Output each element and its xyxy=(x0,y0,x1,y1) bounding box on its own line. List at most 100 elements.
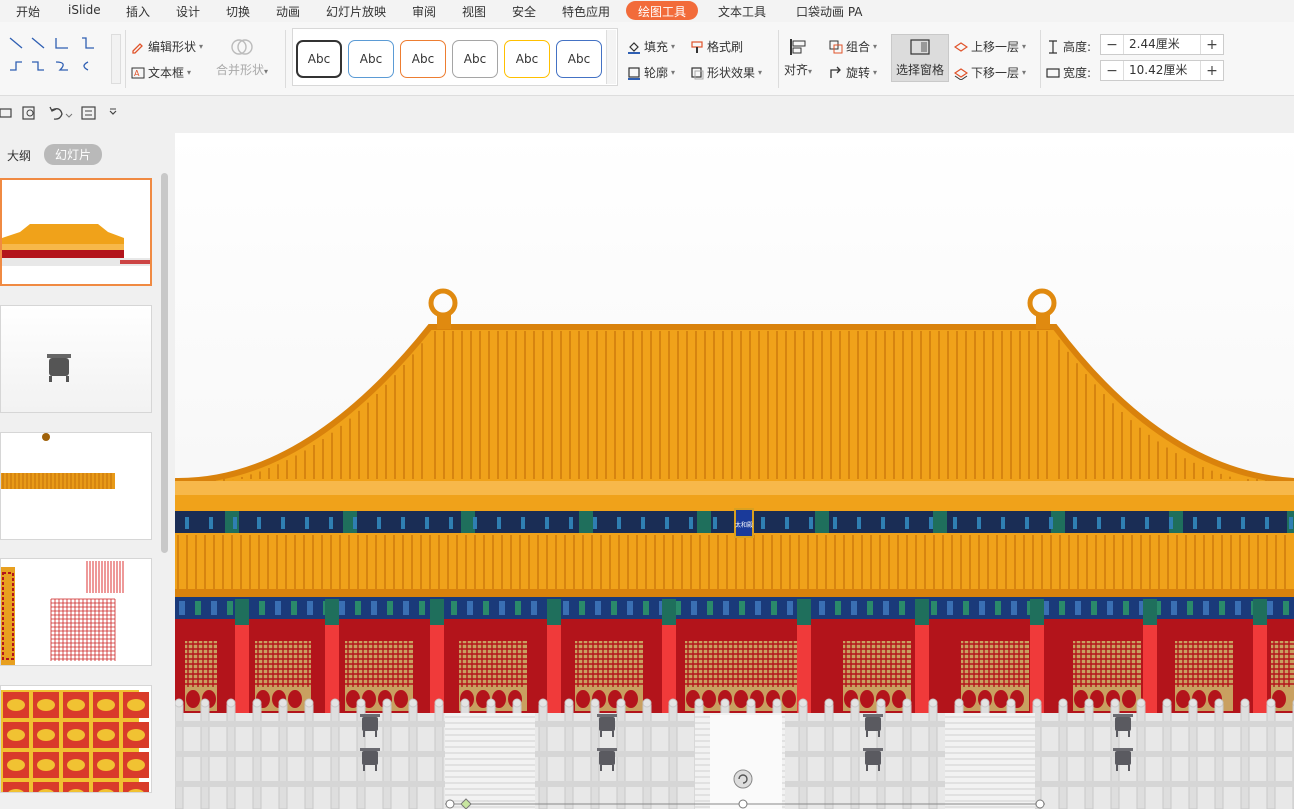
slide-thumbnail-1[interactable] xyxy=(0,178,152,286)
hall-name-plaque: 太和殿 xyxy=(734,508,754,538)
dropdown-arrow-icon: ▾ xyxy=(671,42,676,51)
dropdown-arrow-icon: ▾ xyxy=(671,68,676,77)
fill-label: 填充 xyxy=(644,40,669,54)
bring-forward-icon xyxy=(953,40,969,54)
shape-gallery-scroll[interactable] xyxy=(111,34,121,84)
menu-animation[interactable]: 动画 xyxy=(276,3,300,20)
height-label: 高度: xyxy=(1063,40,1092,54)
menu-home[interactable]: 开始 xyxy=(16,3,40,20)
print-preview-icon[interactable] xyxy=(22,106,35,120)
align-button[interactable]: 对齐▾ xyxy=(784,36,812,78)
edit-shape-icon xyxy=(131,40,145,54)
group-button[interactable]: 组合 ▾ xyxy=(829,38,877,55)
dropdown-arrow-icon: ▾ xyxy=(1022,42,1027,51)
svg-text:A: A xyxy=(134,69,140,78)
lattice-pattern-thumbnail xyxy=(1,561,125,665)
view-tabs: 大纲 幻灯片 xyxy=(0,143,175,167)
customize-toolbar-icon[interactable] xyxy=(109,108,117,115)
menu-view[interactable]: 视图 xyxy=(462,3,486,20)
format-brush-label: 格式刷 xyxy=(707,40,744,54)
width-decrease-button[interactable]: − xyxy=(1101,63,1123,79)
slide-editing-canvas[interactable]: 太和殿 xyxy=(175,133,1294,809)
align-icon xyxy=(787,36,809,61)
width-input[interactable]: 10.42厘米 xyxy=(1123,61,1201,80)
format-brush-button[interactable]: 格式刷 xyxy=(690,38,743,55)
shape-effects-icon xyxy=(690,66,704,80)
quick-access-bar xyxy=(0,100,175,128)
shape-style-4[interactable]: Abc xyxy=(452,40,498,78)
outline-icon xyxy=(627,66,641,80)
menu-design[interactable]: 设计 xyxy=(176,3,200,20)
height-increase-button[interactable]: + xyxy=(1201,37,1223,53)
text-box-button[interactable]: A 文本框 ▾ xyxy=(131,64,191,81)
height-label-group: 高度: xyxy=(1046,38,1091,55)
fill-button[interactable]: 填充 ▾ xyxy=(627,38,675,55)
align-label: 对齐 xyxy=(784,63,809,77)
shape-style-5[interactable]: Abc xyxy=(504,40,550,78)
window-pattern-thumbnail xyxy=(1,690,149,792)
group-label: 组合 xyxy=(846,40,871,54)
slide-thumbnail-2[interactable] xyxy=(0,305,152,413)
menu-review[interactable]: 审阅 xyxy=(412,3,436,20)
bronze-ding-thumbnail xyxy=(47,354,71,382)
menu-islide[interactable]: iSlide xyxy=(68,3,101,17)
send-backward-button[interactable]: 下移一层 ▾ xyxy=(953,64,1026,81)
slide-thumbnail-3[interactable] xyxy=(0,432,152,540)
shape-style-1[interactable]: Abc xyxy=(296,40,342,78)
merge-shapes-icon xyxy=(229,36,255,61)
slide-thumbnail-4[interactable] xyxy=(0,558,152,666)
palace-hall-illustration: 太和殿 xyxy=(175,133,1294,809)
send-backward-label: 下移一层 xyxy=(971,66,1020,80)
menu-transition[interactable]: 切换 xyxy=(226,3,250,20)
height-spinner[interactable]: − 2.44厘米 + xyxy=(1100,34,1224,55)
height-decrease-button[interactable]: − xyxy=(1101,37,1123,53)
selection-pane-label: 选择窗格 xyxy=(895,63,944,77)
menu-special[interactable]: 特色应用 xyxy=(562,3,610,20)
width-icon xyxy=(1046,66,1060,80)
shape-style-2[interactable]: Abc xyxy=(348,40,394,78)
rotate-icon xyxy=(829,66,843,80)
edit-shape-button[interactable]: 编辑形状 ▾ xyxy=(131,38,203,55)
outline-label: 轮廓 xyxy=(644,66,669,80)
text-box-label: 文本框 xyxy=(148,66,185,80)
roof-strip-thumbnail xyxy=(1,433,115,489)
fill-bucket-icon xyxy=(627,40,641,54)
shape-style-6[interactable]: Abc xyxy=(556,40,602,78)
rotate-button[interactable]: 旋转 ▾ xyxy=(829,64,877,81)
menu-security[interactable]: 安全 xyxy=(512,3,536,20)
format-brush-icon xyxy=(690,40,704,54)
redo-icon[interactable] xyxy=(81,106,96,120)
menu-pocket-animation[interactable]: 口袋动画 PA xyxy=(796,3,863,20)
menu-slideshow[interactable]: 幻灯片放映 xyxy=(326,3,386,20)
menu-drawing-tools[interactable]: 绘图工具 xyxy=(626,1,699,20)
selection-pane-button[interactable]: 选择窗格 xyxy=(891,34,949,82)
undo-icon[interactable] xyxy=(49,106,73,120)
menu-insert[interactable]: 插入 xyxy=(126,3,150,20)
height-input[interactable]: 2.44厘米 xyxy=(1123,35,1201,54)
shape-effects-button[interactable]: 形状效果 ▾ xyxy=(690,64,762,81)
style-gallery-scroll[interactable] xyxy=(606,30,616,84)
tab-slides[interactable]: 幻灯片 xyxy=(44,144,103,165)
print-icon[interactable] xyxy=(0,108,12,118)
outline-button[interactable]: 轮廓 ▾ xyxy=(627,64,675,81)
merge-shapes-button[interactable]: 合并形状▾ xyxy=(216,36,268,78)
width-label: 宽度: xyxy=(1063,66,1092,80)
bring-forward-button[interactable]: 上移一层 ▾ xyxy=(953,38,1027,55)
dropdown-arrow-icon: ▾ xyxy=(873,68,878,77)
text-box-icon: A xyxy=(131,66,145,80)
merge-shapes-label: 合并形状 xyxy=(216,63,265,77)
shape-gallery[interactable] xyxy=(2,32,110,82)
shape-effects-label: 形状效果 xyxy=(707,66,756,80)
send-backward-icon xyxy=(953,66,969,81)
rotate-label: 旋转 xyxy=(846,66,871,80)
width-spinner[interactable]: − 10.42厘米 + xyxy=(1100,60,1224,81)
thumbnail-scrollbar[interactable] xyxy=(161,173,168,553)
menu-text-tools[interactable]: 文本工具 xyxy=(718,3,766,20)
width-increase-button[interactable]: + xyxy=(1201,63,1223,79)
dropdown-arrow-icon: ▾ xyxy=(199,42,204,51)
selection-pane-icon xyxy=(909,38,931,61)
menu-bar: 开始 iSlide 插入 设计 切换 动画 幻灯片放映 审阅 视图 安全 特色应… xyxy=(0,0,1294,22)
slide-thumbnail-5[interactable] xyxy=(0,685,152,793)
shape-style-3[interactable]: Abc xyxy=(400,40,446,78)
tab-outline[interactable]: 大纲 xyxy=(7,147,31,164)
